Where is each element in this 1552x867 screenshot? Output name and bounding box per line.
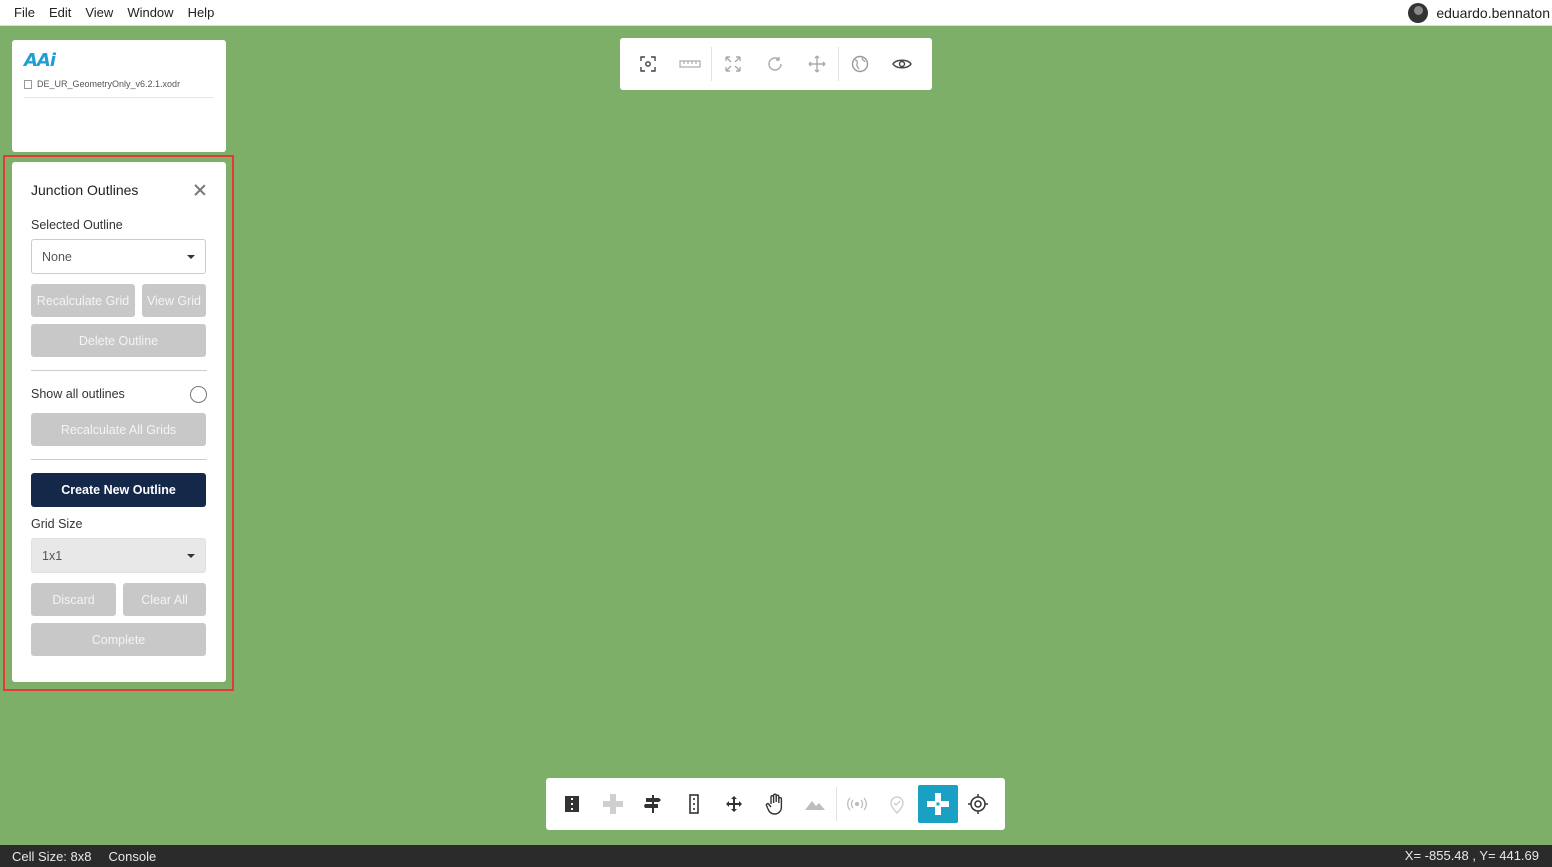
menu-edit[interactable]: Edit — [49, 5, 77, 20]
move-icon[interactable] — [796, 44, 838, 84]
top-toolbar — [620, 38, 932, 90]
discard-button[interactable]: Discard — [31, 583, 116, 616]
console-button[interactable]: Console — [108, 849, 156, 864]
menu-items: File Edit View Window Help — [14, 5, 228, 20]
lane-icon[interactable] — [674, 785, 715, 823]
complete-button[interactable]: Complete — [31, 623, 206, 656]
focus-icon[interactable] — [627, 44, 669, 84]
user-menu[interactable]: eduardo.bennaton — [1408, 0, 1550, 26]
target-icon[interactable] — [958, 785, 999, 823]
menu-file[interactable]: File — [14, 5, 41, 20]
file-card: AAi DE_UR_GeometryOnly_v6.2.1.xodr — [12, 40, 226, 152]
globe-icon[interactable] — [839, 44, 881, 84]
junction-icon[interactable] — [593, 785, 634, 823]
avatar — [1408, 3, 1429, 23]
app-logo: AAi — [24, 50, 56, 71]
show-all-outlines-label: Show all outlines — [31, 387, 125, 401]
selected-outline-label: Selected Outline — [31, 218, 123, 232]
divider — [31, 370, 207, 371]
delete-outline-button[interactable]: Delete Outline — [31, 324, 206, 357]
eye-icon[interactable] — [881, 44, 923, 84]
signal-icon[interactable] — [837, 785, 878, 823]
status-bar: Cell Size: 8x8 Console X= -855.48 , Y= 4… — [0, 845, 1552, 867]
junction-outlines-panel: Junction Outlines Selected Outline None … — [12, 162, 226, 682]
grid-button-row: Recalculate Grid View Grid — [31, 284, 207, 317]
menu-bar: File Edit View Window Help eduardo.benna… — [0, 0, 1552, 26]
selected-outline-select[interactable]: None — [31, 239, 206, 274]
file-icon — [24, 79, 32, 89]
discard-row: Discard Clear All — [31, 583, 207, 616]
cell-size-label: Cell Size: 8x8 — [12, 848, 92, 864]
show-all-outlines-toggle[interactable] — [190, 385, 207, 403]
show-all-outlines-row: Show all outlines — [31, 384, 207, 404]
fit-view-icon[interactable] — [712, 44, 754, 84]
pan-move-icon[interactable] — [714, 785, 755, 823]
grid-size-label: Grid Size — [31, 517, 83, 531]
menu-view[interactable]: View — [85, 5, 119, 20]
cursor-coordinates: X= -855.48 , Y= 441.69 — [1404, 848, 1539, 863]
terrain-icon[interactable] — [795, 785, 836, 823]
ruler-icon[interactable] — [669, 44, 711, 84]
menu-help[interactable]: Help — [188, 5, 221, 20]
rotate-icon[interactable] — [754, 44, 796, 84]
file-name: DE_UR_GeometryOnly_v6.2.1.xodr — [37, 79, 181, 89]
bottom-toolbar — [546, 778, 1005, 830]
panel-title: Junction Outlines — [31, 182, 139, 198]
menu-window[interactable]: Window — [127, 5, 179, 20]
junction-outline-icon[interactable] — [917, 785, 958, 823]
panel-header: Junction Outlines — [31, 162, 207, 218]
grid-size-select[interactable]: 1x1 — [31, 538, 206, 573]
marker-icon[interactable] — [877, 785, 918, 823]
close-icon[interactable] — [193, 183, 207, 197]
selected-outline-value: None — [42, 249, 72, 264]
view-grid-button[interactable]: View Grid — [142, 284, 206, 317]
road-icon[interactable] — [552, 785, 593, 823]
user-name: eduardo.bennaton — [1436, 5, 1550, 21]
create-new-outline-button[interactable]: Create New Outline — [31, 473, 206, 507]
hand-icon[interactable] — [755, 785, 796, 823]
recalculate-all-grids-button[interactable]: Recalculate All Grids — [31, 413, 206, 446]
grid-size-value: 1x1 — [42, 548, 63, 563]
file-row[interactable]: DE_UR_GeometryOnly_v6.2.1.xodr — [24, 79, 214, 98]
recalculate-grid-button[interactable]: Recalculate Grid — [31, 284, 135, 317]
clear-all-button[interactable]: Clear All — [123, 583, 206, 616]
signpost-icon[interactable] — [633, 785, 674, 823]
chevron-down-icon — [187, 254, 195, 259]
chevron-down-icon — [187, 553, 195, 558]
divider — [31, 459, 207, 460]
